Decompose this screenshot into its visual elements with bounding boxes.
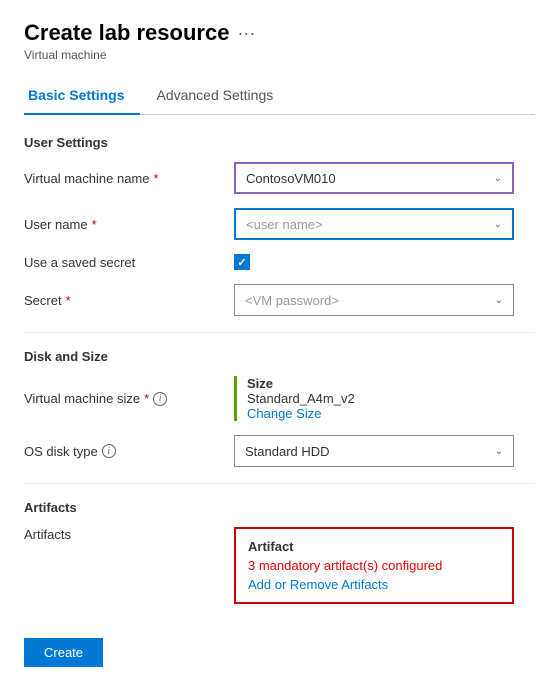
- os-disk-row: OS disk type i Standard HDD ⌄: [24, 435, 535, 467]
- vm-name-field[interactable]: ContosoVM010 ⌄: [234, 162, 514, 194]
- os-disk-value: Standard HDD: [245, 444, 330, 459]
- artifacts-box: Artifact 3 mandatory artifact(s) configu…: [234, 527, 514, 604]
- user-name-chevron-icon: ⌄: [494, 219, 502, 230]
- saved-secret-checkbox[interactable]: ✓: [234, 254, 250, 270]
- os-disk-field[interactable]: Standard HDD ⌄: [234, 435, 514, 467]
- vm-name-dropdown[interactable]: ContosoVM010 ⌄: [234, 162, 514, 194]
- vm-size-title: Size: [247, 376, 514, 391]
- artifacts-box-title: Artifact: [248, 539, 500, 554]
- secret-placeholder: <VM password>: [245, 293, 339, 308]
- user-settings-section-label: User Settings: [24, 135, 535, 150]
- disk-size-section-label: Disk and Size: [24, 349, 535, 364]
- saved-secret-label: Use a saved secret: [24, 255, 234, 270]
- secret-dropdown[interactable]: <VM password> ⌄: [234, 284, 514, 316]
- saved-secret-checkbox-wrapper[interactable]: ✓: [234, 254, 250, 270]
- secret-field[interactable]: <VM password> ⌄: [234, 284, 514, 316]
- user-name-placeholder: <user name>: [246, 217, 323, 232]
- user-name-field[interactable]: <user name> ⌄: [234, 208, 514, 240]
- secret-required: *: [66, 293, 71, 308]
- tab-basic-settings[interactable]: Basic Settings: [24, 79, 140, 115]
- secret-label: Secret *: [24, 293, 234, 308]
- vm-size-info-icon[interactable]: i: [153, 392, 167, 406]
- tab-advanced-settings[interactable]: Advanced Settings: [152, 79, 289, 115]
- saved-secret-row: Use a saved secret ✓: [24, 254, 535, 270]
- artifacts-row: Artifacts Artifact 3 mandatory artifact(…: [24, 527, 535, 604]
- vm-size-value: Standard_A4m_v2: [247, 391, 514, 406]
- page-title: Create lab resource: [24, 20, 229, 46]
- secret-row: Secret * <VM password> ⌄: [24, 284, 535, 316]
- vm-size-row: Virtual machine size * i Size Standard_A…: [24, 376, 535, 421]
- create-button[interactable]: Create: [24, 638, 103, 667]
- vm-size-info-block: Size Standard_A4m_v2 Change Size: [234, 376, 514, 421]
- add-remove-artifacts-link[interactable]: Add or Remove Artifacts: [248, 577, 388, 592]
- change-size-link[interactable]: Change Size: [247, 406, 321, 421]
- section-divider-1: [24, 332, 535, 333]
- artifacts-field-label: Artifacts: [24, 527, 234, 542]
- os-disk-info-icon[interactable]: i: [102, 444, 116, 458]
- vm-name-required: *: [154, 171, 159, 186]
- user-name-required: *: [92, 217, 97, 232]
- vm-name-label: Virtual machine name *: [24, 171, 234, 186]
- vm-name-value: ContosoVM010: [246, 171, 336, 186]
- vm-size-required: *: [144, 391, 149, 406]
- page-subtitle: Virtual machine: [24, 48, 535, 62]
- vm-size-label: Virtual machine size * i: [24, 391, 234, 406]
- user-name-dropdown[interactable]: <user name> ⌄: [234, 208, 514, 240]
- os-disk-dropdown[interactable]: Standard HDD ⌄: [234, 435, 514, 467]
- os-disk-chevron-icon: ⌄: [495, 446, 503, 457]
- tab-bar: Basic Settings Advanced Settings: [24, 78, 535, 115]
- secret-chevron-icon: ⌄: [495, 295, 503, 306]
- vm-size-block: Size Standard_A4m_v2 Change Size: [234, 376, 514, 421]
- artifacts-count: 3 mandatory artifact(s) configured: [248, 558, 500, 573]
- user-name-row: User name * <user name> ⌄: [24, 208, 535, 240]
- vm-name-chevron-icon: ⌄: [494, 173, 502, 184]
- user-name-label: User name *: [24, 217, 234, 232]
- title-ellipsis-menu[interactable]: ···: [237, 23, 255, 44]
- checkbox-check-icon: ✓: [237, 256, 246, 269]
- os-disk-label: OS disk type i: [24, 444, 234, 459]
- artifacts-section-label: Artifacts: [24, 500, 535, 515]
- vm-name-row: Virtual machine name * ContosoVM010 ⌄: [24, 162, 535, 194]
- section-divider-2: [24, 483, 535, 484]
